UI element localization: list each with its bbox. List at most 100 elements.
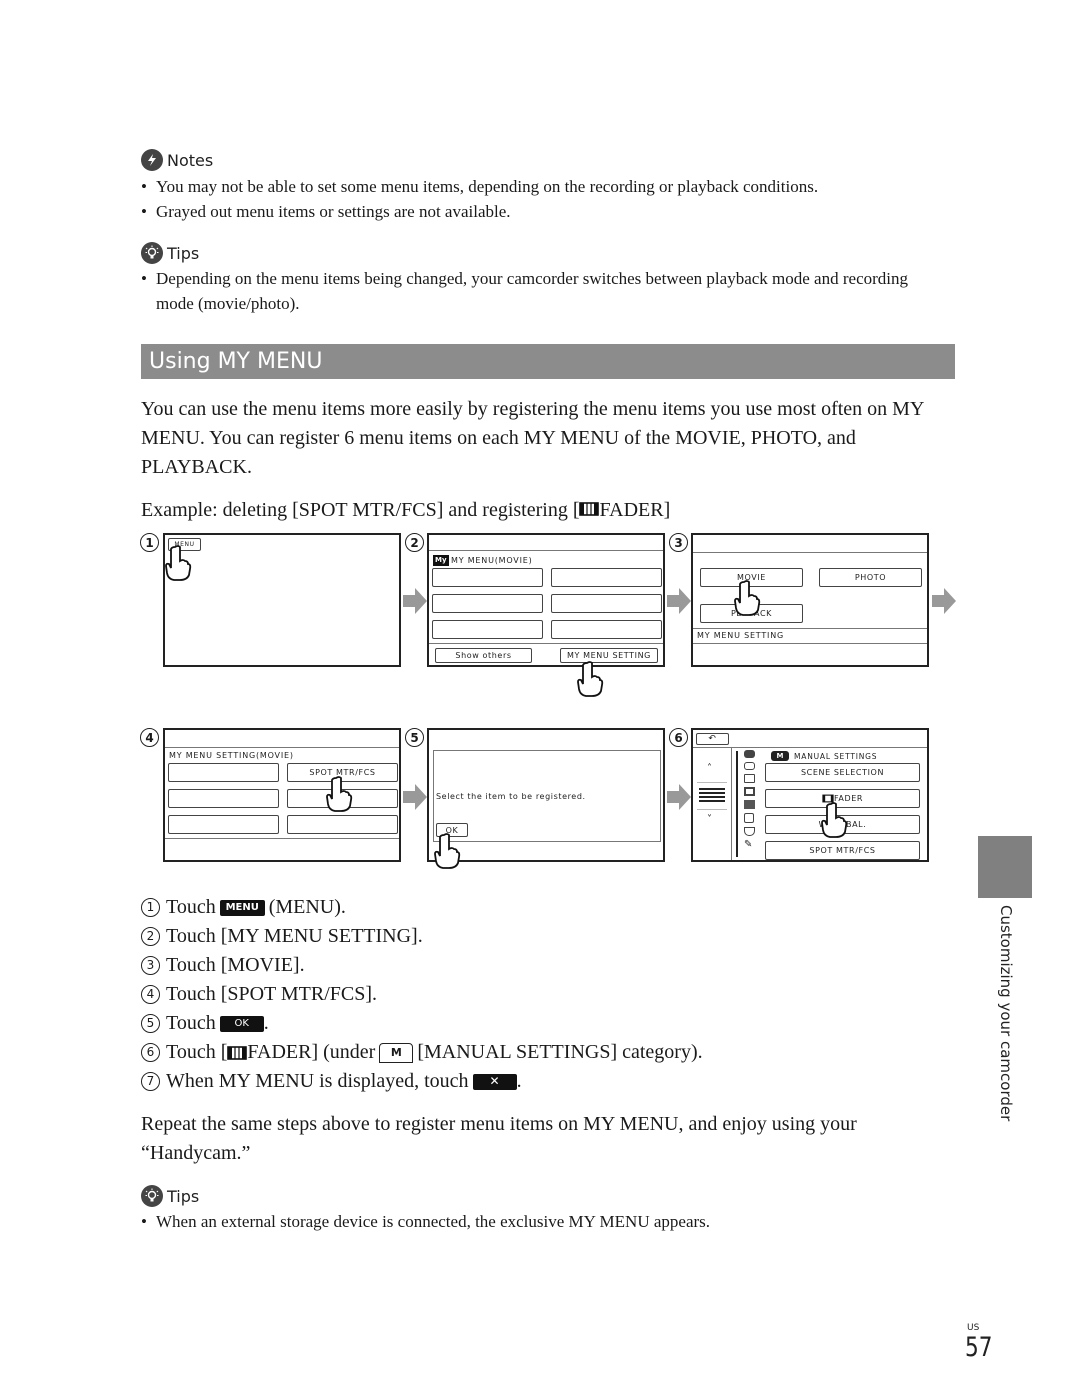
scroll-list-icon[interactable]: [699, 788, 725, 802]
tips-list-bottom: When an external storage device is conne…: [141, 1209, 931, 1234]
step-number-4: 4: [140, 728, 159, 747]
screen-step-4: MY MENU SETTING(MOVIE) SPOT MTR/FCS: [163, 728, 401, 862]
step-text: Touch: [166, 896, 216, 918]
screen-step-5: Select the item to be registered. OK: [427, 728, 665, 862]
ok-inline-icon: OK: [219, 1015, 264, 1032]
section-heading: Using MY MENU: [141, 344, 955, 379]
menu-inline-icon: MENU: [219, 899, 265, 916]
category-title: MANUAL SETTINGS: [794, 752, 878, 761]
step-circle-number: 2: [141, 927, 160, 946]
example-text: Example: deleting [SPOT MTR/FCS] and reg…: [141, 499, 580, 521]
step-text: .: [263, 1012, 269, 1034]
arrow-right-icon: [403, 784, 427, 810]
step-number-5: 5: [405, 728, 424, 747]
scroll-down-button[interactable]: ˅: [707, 814, 713, 825]
menu-slot[interactable]: [432, 594, 543, 613]
step-circle-number: 6: [141, 1043, 160, 1062]
menu-slot[interactable]: [168, 815, 279, 834]
step-item: 5 Touch OK .: [141, 1009, 703, 1038]
step-text: [MANUAL SETTINGS] category).: [417, 1041, 703, 1063]
tips-list-top: Depending on the menu items being change…: [141, 266, 931, 316]
step-circle-number: 7: [141, 1072, 160, 1091]
step-item: 1 Touch MENU (MENU).: [141, 893, 703, 922]
pointing-hand-icon: [165, 545, 192, 581]
manual-settings-badge: M: [771, 751, 789, 761]
pointing-hand-icon: [577, 661, 604, 697]
steps-list: 1 Touch MENU (MENU). 2 Touch [MY MENU SE…: [141, 893, 703, 1096]
playback-cat-icon[interactable]: [744, 787, 755, 796]
step-item: 3 Touch [MOVIE].: [141, 951, 703, 980]
closing-paragraph: Repeat the same steps above to register …: [141, 1113, 857, 1164]
menu-slot[interactable]: [432, 568, 543, 587]
step-circle-number: 1: [141, 898, 160, 917]
step-text: When MY MENU is displayed, touch: [166, 1070, 469, 1092]
menu-slot[interactable]: [287, 815, 398, 834]
menu-slot[interactable]: [551, 568, 662, 587]
step-number-2: 2: [405, 533, 424, 552]
category-icons: ✎: [744, 750, 758, 850]
my-menu-title: MY MENU(MOVIE): [451, 556, 533, 565]
notes-warning-icon: [141, 149, 163, 171]
menu-slot[interactable]: [551, 594, 662, 613]
step-text: Touch [SPOT MTR/FCS].: [166, 983, 378, 1005]
tips-title: Tips: [167, 243, 200, 263]
back-button[interactable]: ↶: [696, 733, 729, 745]
notes-title: Notes: [167, 150, 214, 170]
tips-title: Tips: [167, 1186, 200, 1206]
my-badge: My: [433, 555, 449, 566]
example-tail: FADER]: [599, 499, 671, 521]
show-others-button[interactable]: Show others: [435, 648, 532, 663]
step-text: FADER] (under: [247, 1041, 376, 1063]
tips-item: Depending on the menu items being change…: [141, 266, 931, 316]
notes-item: You may not be able to set some menu ite…: [141, 174, 931, 199]
photo-button[interactable]: PHOTO: [819, 568, 922, 587]
step-number-6: 6: [669, 728, 688, 747]
menu-slot[interactable]: [432, 620, 543, 639]
manual-settings-cat-icon[interactable]: [744, 750, 755, 758]
step-item: 6 Touch [ FADER] (under M [MANUAL SETTIN…: [141, 1038, 703, 1067]
edit-cat-icon[interactable]: [744, 800, 755, 809]
chapter-tab-label: Customizing your camcorder: [997, 905, 1015, 1122]
menu-slot[interactable]: [168, 789, 279, 808]
wrench-cat-icon[interactable]: ✎: [744, 840, 754, 850]
lightbulb-icon: [141, 1185, 163, 1207]
scrollbar[interactable]: [736, 751, 738, 857]
step-text: Touch [MY MENU SETTING].: [166, 925, 423, 947]
media-cat-icon[interactable]: [744, 813, 754, 823]
fader-icon: [579, 497, 600, 526]
lightbulb-icon: [141, 242, 163, 264]
my-menu-setting-movie-title: MY MENU SETTING(MOVIE): [169, 751, 294, 760]
example-line: Example: deleting [SPOT MTR/FCS] and reg…: [141, 496, 956, 526]
scene-selection-item[interactable]: SCENE SELECTION: [765, 763, 920, 782]
chapter-tab: [978, 836, 1032, 898]
screen-step-1: MENU: [163, 533, 401, 667]
pointing-hand-icon: [821, 802, 848, 838]
tips-header-bottom: Tips: [141, 1185, 199, 1207]
scroll-up-button[interactable]: ˄: [707, 763, 713, 774]
step-circle-number: 3: [141, 956, 160, 975]
step-circle-number: 4: [141, 985, 160, 1004]
notes-item: Grayed out menu items or settings are no…: [141, 199, 931, 224]
notes-header: Notes: [141, 149, 213, 171]
fader-icon: [227, 1045, 248, 1060]
my-menu-setting-button[interactable]: MY MENU SETTING: [560, 648, 658, 663]
close-inline-icon: ✕: [472, 1073, 517, 1090]
pointing-hand-icon: [434, 833, 461, 869]
pointing-hand-icon: [326, 776, 353, 812]
intro-paragraph: You can use the menu items more easily b…: [141, 398, 924, 478]
shooting-cat-icon[interactable]: [744, 762, 755, 770]
camera-cat-icon[interactable]: [744, 774, 755, 783]
dialog-box: Select the item to be registered. OK: [433, 750, 661, 842]
pointing-hand-icon: [734, 580, 761, 616]
step-circle-number: 5: [141, 1014, 160, 1033]
tips-item: When an external storage device is conne…: [141, 1209, 931, 1234]
screen-step-6: ↶ ˄ ˅ ✎ M MANUAL SETTINGS SCENE SELECTIO…: [691, 728, 929, 862]
connect-cat-icon[interactable]: [744, 827, 755, 836]
menu-slot[interactable]: [551, 620, 662, 639]
step-text: Touch [: [166, 1041, 228, 1063]
menu-slot[interactable]: [168, 763, 279, 782]
manual-settings-tab-icon: M: [379, 1042, 414, 1063]
spot-mtr-fcs-item[interactable]: SPOT MTR/FCS: [765, 841, 920, 860]
arrow-right-icon: [932, 588, 956, 614]
step-item: 7 When MY MENU is displayed, touch ✕ .: [141, 1067, 703, 1096]
